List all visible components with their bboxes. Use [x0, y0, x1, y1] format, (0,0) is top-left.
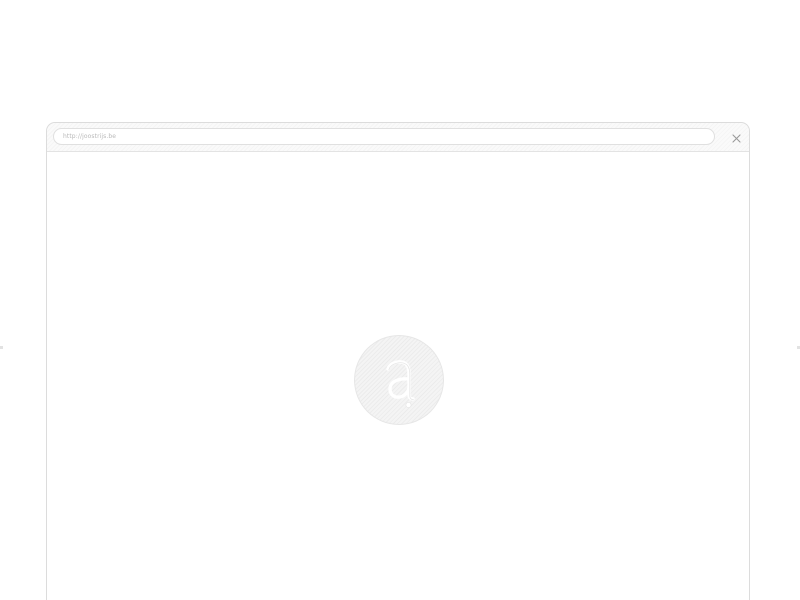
- browser-window: http://joostrijs.be: [46, 122, 750, 600]
- close-button[interactable]: [728, 129, 744, 145]
- page-viewport: [47, 152, 749, 600]
- screen: http://joostrijs.be: [0, 0, 800, 600]
- address-url-text: http://joostrijs.be: [63, 133, 117, 140]
- edge-marker-left: [0, 346, 3, 349]
- address-bar[interactable]: http://joostrijs.be: [53, 128, 715, 145]
- browser-toolbar: http://joostrijs.be: [47, 123, 749, 152]
- close-icon: [731, 128, 741, 147]
- site-logo[interactable]: [354, 335, 444, 425]
